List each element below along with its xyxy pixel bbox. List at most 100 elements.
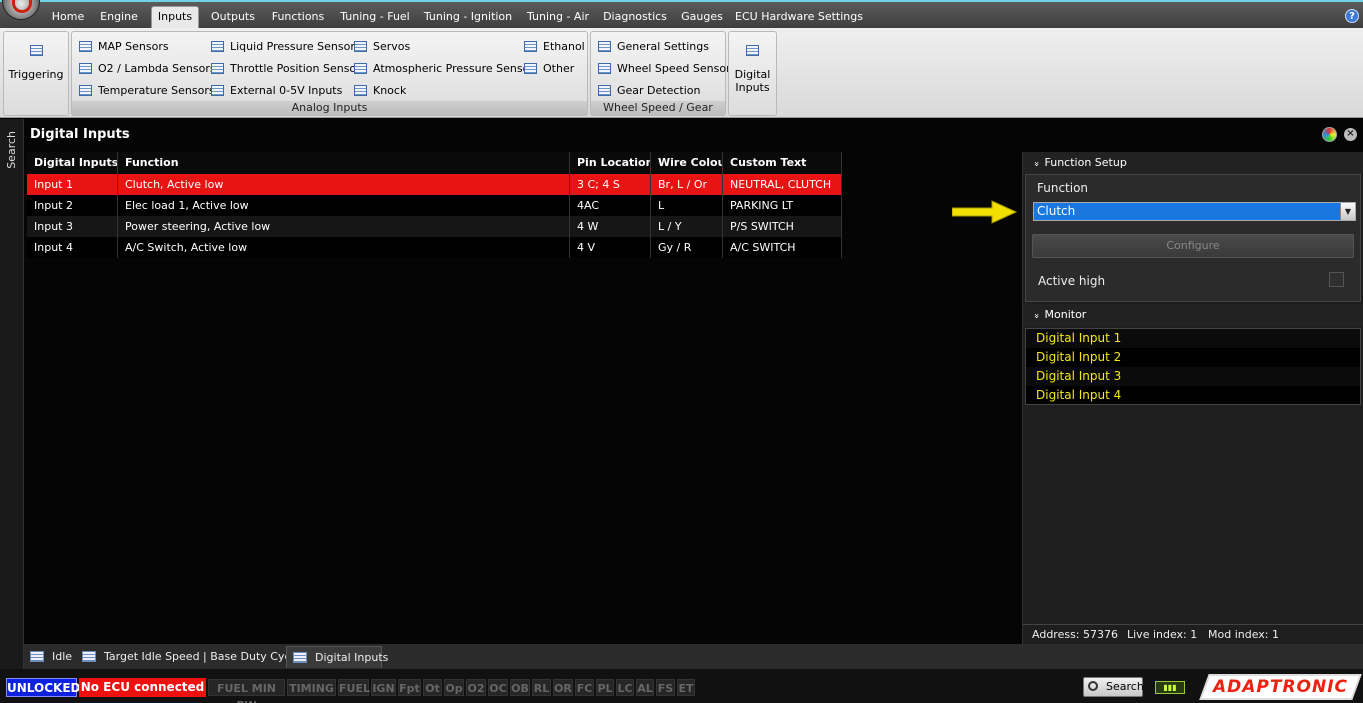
gear-detection-button[interactable]: Gear Detection [598,82,701,100]
map-sensors-label: MAP Sensors [98,40,169,53]
unlocked-badge[interactable]: UNLOCKED [6,678,80,697]
active-high-checkbox[interactable] [1329,272,1344,287]
table-cell[interactable]: A/C SWITCH [723,237,842,258]
column-header[interactable]: Function [118,152,570,174]
status-flag: O2 [466,679,486,696]
tab-digital-inputs[interactable]: Digital Inputs [286,646,388,668]
status-flag: FUEL MIN PW [208,679,285,703]
table-cell[interactable]: 4 W [570,216,651,237]
page-title: Digital Inputs [30,127,130,142]
table-cell[interactable]: Input 1 [27,174,118,195]
tab-target-idle-speed[interactable]: Target Idle Speed | Base Duty Cycle [76,646,300,668]
table-cell[interactable]: NEUTRAL, CLUTCH [723,174,842,195]
table-cell[interactable]: L / Y [651,216,723,237]
tab-home[interactable]: Home [48,7,88,28]
function-dropdown-value: Clutch [1037,204,1076,218]
ethanol-button[interactable]: Ethanol [524,38,585,56]
table-row[interactable]: Input 1 Clutch, Active low 3 C; 4 S Br, … [27,174,842,195]
knock-label: Knock [373,84,407,97]
tab-idle[interactable]: Idle [24,646,74,668]
ecu-connection-status[interactable]: No ECU connected [79,678,206,697]
knock-button[interactable]: Knock [354,82,406,100]
function-setup-header[interactable]: » Function Setup [1023,152,1363,174]
column-header[interactable]: Pin Location [570,152,651,174]
list-icon [524,63,537,74]
ribbon-group-analog-inputs: MAP Sensors O2 / Lambda Sensors Temperat… [71,31,588,116]
table-row[interactable]: Input 2 Elec load 1, Active low 4AC L PA… [27,195,842,216]
tab-ecu-hardware-settings[interactable]: ECU Hardware Settings [734,7,864,28]
tab-tuning-ignition[interactable]: Tuning - Ignition [421,7,515,28]
table-row[interactable]: Input 4 A/C Switch, Active low 4 V Gy / … [27,237,842,258]
general-settings-label: General Settings [617,40,709,53]
tab-tuning-fuel[interactable]: Tuning - Fuel [336,7,414,28]
table-cell[interactable]: PARKING LT [723,195,842,216]
gear-detection-label: Gear Detection [617,84,701,97]
table-cell[interactable]: Input 4 [27,237,118,258]
external-0-5v-button[interactable]: External 0-5V Inputs [211,82,342,100]
temperature-sensors-button[interactable]: Temperature Sensors [79,82,215,100]
column-header[interactable]: Wire Colour [651,152,723,174]
analog-inputs-caption: Analog Inputs [72,101,587,115]
app-logo[interactable] [2,0,40,20]
table-cell[interactable]: 3 C; 4 S [570,174,651,195]
close-icon[interactable]: × [1344,128,1357,141]
tab-engine[interactable]: Engine [96,7,142,28]
status-flag: RL [532,679,551,696]
throttle-position-label: Throttle Position Sensor [230,62,361,75]
status-flag: FC [575,679,594,696]
table-cell[interactable]: Br, L / Or [651,174,723,195]
map-sensors-button[interactable]: MAP Sensors [79,38,169,56]
liquid-pressure-button[interactable]: Liquid Pressure Sensors [211,38,361,56]
throttle-position-button[interactable]: Throttle Position Sensor [211,60,361,78]
general-settings-button[interactable]: General Settings [598,38,709,56]
tab-outputs[interactable]: Outputs [206,7,260,28]
table-row[interactable]: Input 3 Power steering, Active low 4 W L… [27,216,842,237]
table-cell[interactable]: L [651,195,723,216]
table-cell[interactable]: Elec load 1, Active low [118,195,570,216]
monitor-title: Monitor [1044,308,1087,321]
table-cell[interactable]: 4 V [570,237,651,258]
gauge-icon[interactable] [1322,127,1337,142]
list-icon [211,63,224,74]
external-0-5v-label: External 0-5V Inputs [230,84,343,97]
list-icon [29,45,43,56]
column-header[interactable]: Custom Text [723,152,842,174]
o2-lambda-button[interactable]: O2 / Lambda Sensors [79,60,216,78]
table-cell[interactable]: P/S SWITCH [723,216,842,237]
status-flag: OB [510,679,530,696]
table-cell[interactable]: Input 2 [27,195,118,216]
wheel-speed-sensor-button[interactable]: Wheel Speed Sensor [598,60,731,78]
chevron-down-icon[interactable]: ▼ [1340,203,1355,220]
ribbon-group-digital-inputs: Digital Inputs [728,31,777,116]
configure-button[interactable]: Configure [1032,234,1354,258]
digital-inputs-button[interactable]: Digital Inputs [729,35,776,94]
help-icon[interactable]: ? [1345,9,1359,23]
list-icon [354,63,367,74]
tab-label: Digital Inputs [315,651,389,664]
function-setup-title: Function Setup [1044,156,1127,169]
table-cell[interactable]: Input 3 [27,216,118,237]
column-header[interactable]: Digital Inputs [27,152,118,174]
tab-gauges[interactable]: Gauges [677,7,727,28]
atmospheric-pressure-button[interactable]: Atmospheric Pressure Sensor [354,60,534,78]
status-flag: OR [553,679,573,696]
servos-button[interactable]: Servos [354,38,410,56]
tab-inputs[interactable]: Inputs [151,6,199,30]
ribbon-group-triggering: Triggering [3,31,69,116]
function-dropdown[interactable]: Clutch ▼ [1033,202,1356,221]
monitor-header[interactable]: » Monitor [1023,304,1363,326]
active-high-label: Active high [1038,274,1106,288]
table-cell[interactable]: Gy / R [651,237,723,258]
triggering-button[interactable]: Triggering [4,35,68,81]
search-button[interactable]: Search [1083,677,1144,697]
table-cell[interactable]: A/C Switch, Active low [118,237,570,258]
table-cell[interactable]: 4AC [570,195,651,216]
search-sidebar-tab[interactable]: Search [0,119,24,669]
tab-functions[interactable]: Functions [267,7,329,28]
table-cell[interactable]: Power steering, Active low [118,216,570,237]
tab-tuning-air[interactable]: Tuning - Air [522,7,594,28]
other-button[interactable]: Other [524,60,574,78]
document-tabs: Idle Target Idle Speed | Base Duty Cycle… [24,644,1363,669]
table-cell[interactable]: Clutch, Active low [118,174,570,195]
tab-diagnostics[interactable]: Diagnostics [601,7,669,28]
